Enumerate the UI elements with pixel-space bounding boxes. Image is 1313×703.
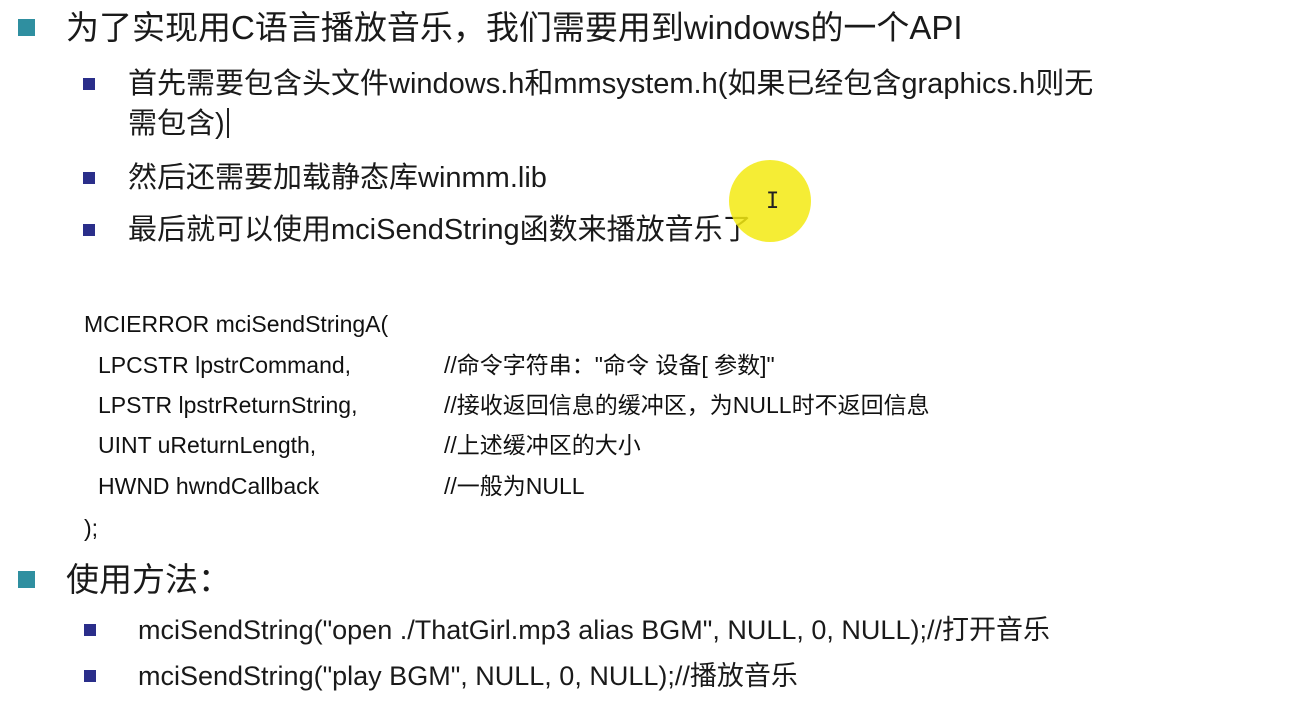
- slide: 为了实现用C语言播放音乐，我们需要用到windows的一个API 首先需要包含头…: [0, 0, 1313, 703]
- small-square-bullet-icon: [83, 224, 95, 236]
- small-square-bullet-icon: [84, 670, 96, 682]
- bullet-usage-text: 使用方法：: [66, 561, 231, 598]
- code-closing: );: [84, 508, 98, 548]
- bullet-use-func: 最后就可以使用mciSendString函数来播放音乐了: [83, 210, 752, 250]
- bullet-usage: 使用方法：: [18, 560, 231, 600]
- bullet-intro: 为了实现用C语言播放音乐，我们需要用到windows的一个API: [18, 8, 963, 48]
- code-signature: MCIERROR mciSendStringA(: [84, 304, 388, 344]
- code-param-comment: //上述缓冲区的大小: [444, 432, 641, 458]
- code-param-decl: LPCSTR lpstrCommand,: [98, 352, 352, 378]
- bullet-intro-text: 为了实现用C语言播放音乐，我们需要用到windows的一个API: [66, 9, 963, 46]
- bullet-include-line1: 首先需要包含头文件windows.h和mmsystem.h(如果已经包含grap…: [128, 68, 1094, 100]
- bullet-include: 首先需要包含头文件windows.h和mmsystem.h(如果已经包含grap…: [83, 64, 1308, 144]
- code-param-comment: //接收返回信息的缓冲区，为NULL时不返回信息: [444, 392, 930, 418]
- text-caret: [226, 108, 229, 138]
- square-bullet-icon: [18, 19, 35, 36]
- square-bullet-icon: [18, 571, 35, 588]
- bullet-include-line2-text: 需包含): [128, 108, 225, 140]
- code-param-decl: LPSTR lpstrReturnString,: [98, 392, 358, 418]
- bullet-use-func-text: 最后就可以使用mciSendString函数来播放音乐了: [128, 214, 752, 246]
- code-param-comment: //一般为NULL: [444, 473, 585, 499]
- text-cursor-icon: I: [766, 189, 780, 214]
- code-signature-text: MCIERROR mciSendStringA(: [84, 311, 389, 337]
- code-closing-text: );: [84, 515, 99, 541]
- bullet-link-lib: 然后还需要加载静态库winmm.lib: [83, 158, 547, 198]
- bullet-link-lib-text: 然后还需要加载静态库winmm.lib: [128, 162, 547, 194]
- code-param-decl: HWND hwndCallback: [98, 473, 320, 499]
- small-square-bullet-icon: [84, 624, 96, 636]
- code-param-comment: //命令字符串："命令 设备[ 参数]": [444, 352, 775, 378]
- code-param-decl: UINT uReturnLength,: [98, 432, 317, 458]
- example-open: mciSendString("open ./ThatGirl.mp3 alias…: [84, 610, 1050, 650]
- bullet-include-line2: 需包含): [128, 104, 1308, 144]
- example-play-text: mciSendString("play BGM", NULL, 0, NULL)…: [138, 661, 798, 691]
- small-square-bullet-icon: [83, 78, 95, 90]
- example-open-text: mciSendString("open ./ThatGirl.mp3 alias…: [138, 615, 1050, 645]
- small-square-bullet-icon: [83, 172, 95, 184]
- example-play: mciSendString("play BGM", NULL, 0, NULL)…: [84, 656, 798, 696]
